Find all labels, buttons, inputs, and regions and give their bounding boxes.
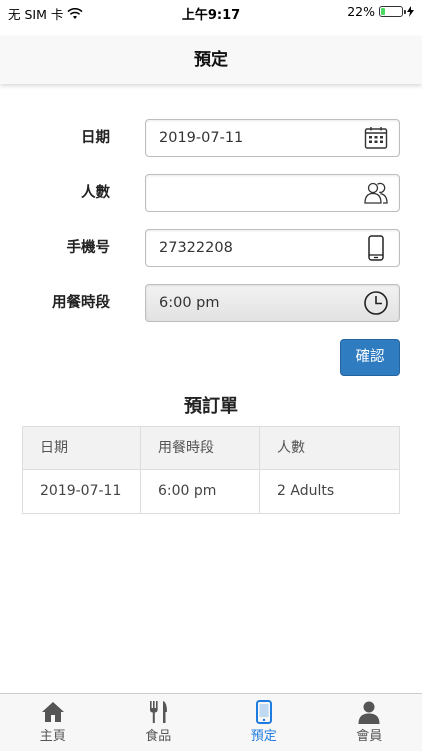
table-row[interactable]: 2019-07-11 6:00 pm 2 Adults (23, 470, 399, 513)
tab-booking[interactable]: 預定 (211, 694, 317, 751)
tab-bar: 主頁 食品 預定 會員 (0, 693, 422, 751)
table-header-row: 日期 用餐時段 人數 (23, 427, 399, 470)
orders-table: 日期 用餐時段 人數 2019-07-11 6:00 pm 2 Adults (22, 426, 400, 514)
time-label: 用餐時段 (52, 284, 110, 322)
date-row: 日期 (0, 119, 422, 157)
tab-home-label: 主頁 (0, 725, 106, 744)
utensils-icon (146, 700, 170, 724)
tab-member[interactable]: 會員 (317, 694, 422, 751)
tab-booking-label: 預定 (211, 725, 317, 744)
orders-title: 預訂單 (0, 392, 422, 418)
phone-label: 手機号 (67, 229, 111, 267)
user-icon (357, 700, 381, 724)
phone-field[interactable] (145, 229, 400, 267)
people-field[interactable] (145, 174, 400, 212)
tab-food-label: 食品 (106, 725, 212, 744)
time-input[interactable] (159, 285, 359, 321)
clock-icon[interactable] (363, 290, 389, 316)
phone-input[interactable] (159, 230, 359, 266)
tab-home[interactable]: 主頁 (0, 694, 106, 751)
date-input[interactable] (159, 120, 359, 156)
battery-cap (404, 10, 406, 14)
column-header-time: 用餐時段 (141, 427, 260, 469)
people-input[interactable] (159, 175, 359, 211)
battery-level (381, 8, 385, 15)
date-label: 日期 (81, 119, 110, 157)
phone-row: 手機号 (0, 229, 422, 267)
time-field[interactable] (145, 284, 400, 322)
people-label: 人數 (81, 174, 110, 212)
column-header-people: 人數 (260, 427, 399, 469)
page-title: 預定 (0, 36, 422, 84)
status-right: 22% (347, 4, 414, 19)
people-row: 人數 (0, 174, 422, 212)
people-icon[interactable] (363, 180, 389, 206)
phone-icon[interactable] (363, 235, 389, 261)
mobile-icon (252, 700, 276, 724)
calendar-icon[interactable] (363, 125, 389, 151)
battery-icon (379, 6, 403, 17)
column-header-date: 日期 (23, 427, 141, 469)
charging-bolt-icon (407, 6, 414, 17)
row-people-cell: 2 Adults (260, 470, 399, 513)
date-field[interactable] (145, 119, 400, 157)
confirm-button[interactable]: 確認 (340, 339, 400, 376)
tab-food[interactable]: 食品 (106, 694, 212, 751)
time-row: 用餐時段 (0, 284, 422, 322)
battery-percent: 22% (347, 4, 375, 19)
row-date-cell: 2019-07-11 (23, 470, 141, 513)
status-bar: 无 SIM 卡 上午9:17 22% (0, 0, 422, 24)
tab-member-label: 會員 (317, 725, 422, 744)
home-icon (41, 700, 65, 724)
row-time-cell: 6:00 pm (141, 470, 260, 513)
